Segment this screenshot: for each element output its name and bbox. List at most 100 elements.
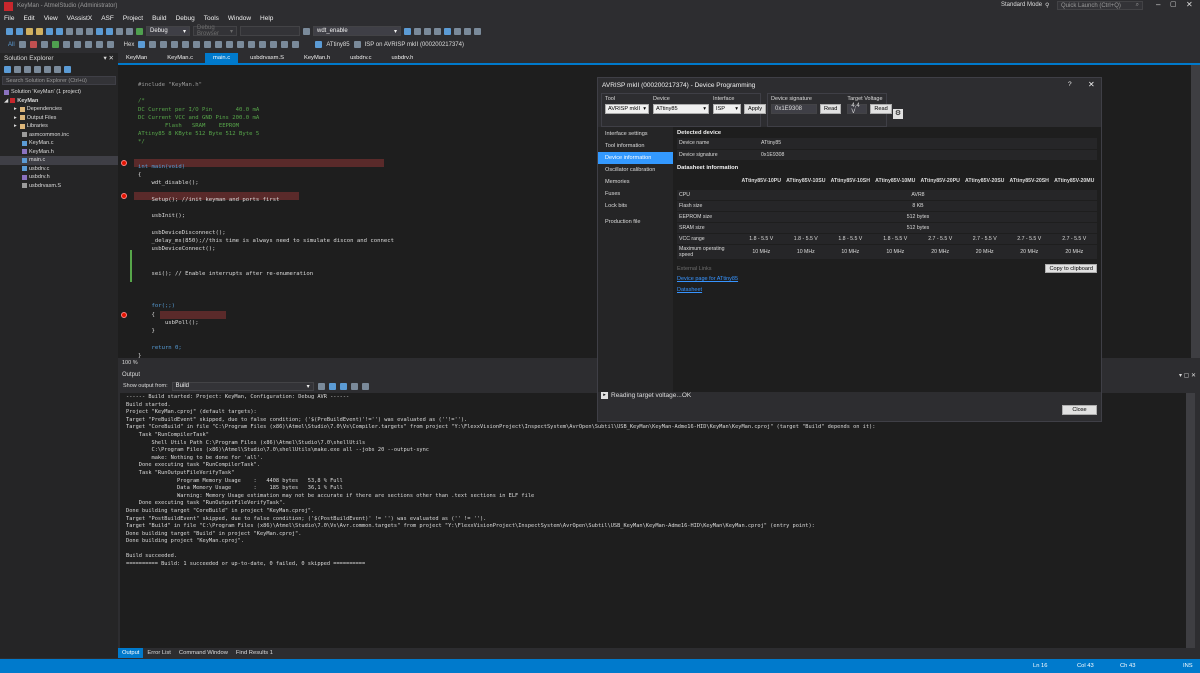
save-icon[interactable]	[46, 27, 53, 35]
toolbar-icon-d[interactable]	[434, 27, 441, 35]
apply-button[interactable]: Apply	[744, 104, 766, 114]
tree-item-output-files[interactable]: ▸ Output Files	[0, 114, 118, 123]
menu-help[interactable]: Help	[260, 15, 273, 22]
tab-command-window[interactable]: Command Window	[175, 650, 232, 656]
toolbar-icon-i[interactable]	[149, 41, 157, 48]
toolbar-icon-j[interactable]	[160, 41, 168, 48]
tree-item-keyman-c[interactable]: KeyMan.c	[0, 139, 118, 148]
tab-find-results[interactable]: Find Results 1	[232, 650, 277, 656]
tab-keyman-h[interactable]: KeyMan.h	[296, 53, 338, 63]
run-to-cursor-icon[interactable]	[95, 41, 103, 48]
stop-icon[interactable]	[29, 41, 37, 48]
paste-icon[interactable]	[86, 27, 93, 35]
datasheet-link[interactable]: Datasheet	[677, 287, 1097, 293]
windows-icon[interactable]	[138, 41, 146, 48]
menu-view[interactable]: View	[44, 15, 58, 22]
zoom-level[interactable]: 100 %	[122, 360, 138, 366]
output-text[interactable]: ------ Build started: Project: KeyMan, C…	[120, 393, 1186, 648]
toolbar-icon-c[interactable]	[424, 27, 431, 35]
restart-icon[interactable]	[40, 41, 48, 48]
breakpoint-icon[interactable]	[121, 193, 127, 199]
menu-tools[interactable]: Tools	[204, 15, 219, 22]
step-out-icon[interactable]	[84, 41, 92, 48]
pane-options-icon[interactable]: ▾ ▢ ✕	[1179, 372, 1196, 379]
menu-build[interactable]: Build	[152, 15, 166, 22]
debug-browser-select[interactable]: Debug Browser ▾	[193, 25, 237, 37]
tree-item-keyman-h[interactable]: KeyMan.h	[0, 148, 118, 157]
nav-interface-settings[interactable]: Interface settings	[598, 128, 673, 140]
find-combo[interactable]: wdt_enable ▾	[313, 26, 401, 36]
expand-log-icon[interactable]: ▸	[601, 392, 608, 399]
toolbar-icon-a[interactable]	[404, 27, 411, 35]
nav-oscillator-calibration[interactable]: Oscillator calibration	[598, 164, 673, 176]
breakpoint-icon[interactable]	[121, 312, 127, 318]
break-all-icon[interactable]	[18, 41, 26, 48]
menu-file[interactable]: File	[4, 15, 14, 22]
nav-memories[interactable]: Memories	[598, 176, 673, 188]
collapse-icon[interactable]	[34, 66, 41, 73]
dialog-close-icon[interactable]: ✕	[1088, 80, 1095, 89]
copy-icon[interactable]	[76, 27, 83, 35]
output-scrollbar[interactable]	[1186, 393, 1195, 648]
tab-keyman-c[interactable]: KeyMan.c	[159, 53, 201, 63]
tab-output[interactable]: Output	[118, 648, 144, 658]
tree-item-main-c[interactable]: main.c	[0, 156, 118, 165]
toolbar-icon-o[interactable]	[215, 41, 223, 48]
editor-scrollbar[interactable]	[1191, 65, 1200, 358]
hex-toggle[interactable]: Hex	[124, 42, 135, 48]
show-all-icon[interactable]	[44, 66, 51, 73]
save-all-icon[interactable]	[56, 27, 63, 35]
output-source-select[interactable]: Build ▾	[171, 381, 314, 391]
device-select[interactable]: ATtiny85 ▾	[653, 104, 709, 114]
tree-item-dependencies[interactable]: ▸ Dependencies	[0, 105, 118, 114]
tab-usbdrvasm[interactable]: usbdrvasm.S	[242, 53, 292, 63]
tab-usbdrv-h[interactable]: usbdrv.h	[384, 53, 422, 63]
open-icon[interactable]	[36, 27, 43, 35]
toolbar-icon-n[interactable]	[204, 41, 212, 48]
undo-icon[interactable]	[96, 27, 103, 35]
reset-icon[interactable]	[106, 41, 114, 48]
toolbar-icon-m[interactable]	[193, 41, 201, 48]
nav-fuses[interactable]: Fuses	[598, 188, 673, 200]
menu-edit[interactable]: Edit	[23, 15, 34, 22]
properties-icon[interactable]	[54, 66, 61, 73]
toolbar-icon-e[interactable]	[444, 27, 451, 35]
toolbar-icon-b[interactable]	[414, 27, 421, 35]
tree-item-solution[interactable]: Solution 'KeyMan' (1 project)	[0, 88, 118, 97]
toolbar-icon-g[interactable]	[464, 27, 471, 35]
minimize-icon[interactable]: –	[1156, 0, 1160, 9]
copy-to-clipboard-button[interactable]: Copy to clipboard	[1045, 264, 1097, 273]
prev-message-icon[interactable]	[328, 382, 336, 390]
refresh-icon[interactable]	[24, 66, 31, 73]
solution-search-input[interactable]: Search Solution Explorer (Ctrl+ü)	[2, 76, 116, 85]
device-page-link[interactable]: Device page for ATtiny85	[677, 276, 1097, 282]
read-signature-button[interactable]: Read	[820, 104, 842, 114]
toolbar-icon-q[interactable]	[237, 41, 245, 48]
read-voltage-button[interactable]: Read	[870, 104, 892, 114]
debug-browser-input[interactable]	[240, 26, 300, 36]
forward-icon[interactable]	[16, 27, 23, 35]
sync-icon[interactable]	[14, 66, 21, 73]
tab-keyman[interactable]: KeyMan	[118, 53, 155, 63]
device-label[interactable]: ATtiny85	[326, 42, 349, 48]
toolbar-icon-v[interactable]	[292, 41, 300, 48]
word-wrap-icon[interactable]	[361, 382, 369, 390]
nav-device-information[interactable]: Device information	[598, 152, 673, 164]
tab-main-c[interactable]: main.c	[205, 53, 239, 63]
menu-window[interactable]: Window	[228, 15, 251, 22]
rebuild-icon[interactable]	[126, 27, 133, 35]
find-message-icon[interactable]	[317, 382, 325, 390]
start-debug-icon[interactable]	[136, 27, 143, 35]
quick-launch-input[interactable]: Quick Launch (Ctrl+Q) ⌕	[1057, 1, 1143, 10]
step-into-icon[interactable]	[62, 41, 70, 48]
preview-icon[interactable]	[64, 66, 71, 73]
menu-project[interactable]: Project	[123, 15, 143, 22]
toolbar-icon-f[interactable]	[454, 27, 461, 35]
close-icon[interactable]: ✕	[1186, 0, 1193, 9]
nav-production-file[interactable]: Production file	[598, 216, 673, 228]
toolbar-icon-s[interactable]	[259, 41, 267, 48]
pane-options-icon[interactable]: ▾ ✕	[103, 54, 114, 62]
tree-item-project[interactable]: ◢ KeyMan	[0, 97, 118, 106]
find-icon[interactable]	[303, 27, 310, 35]
toolbar-icon-p[interactable]	[226, 41, 234, 48]
